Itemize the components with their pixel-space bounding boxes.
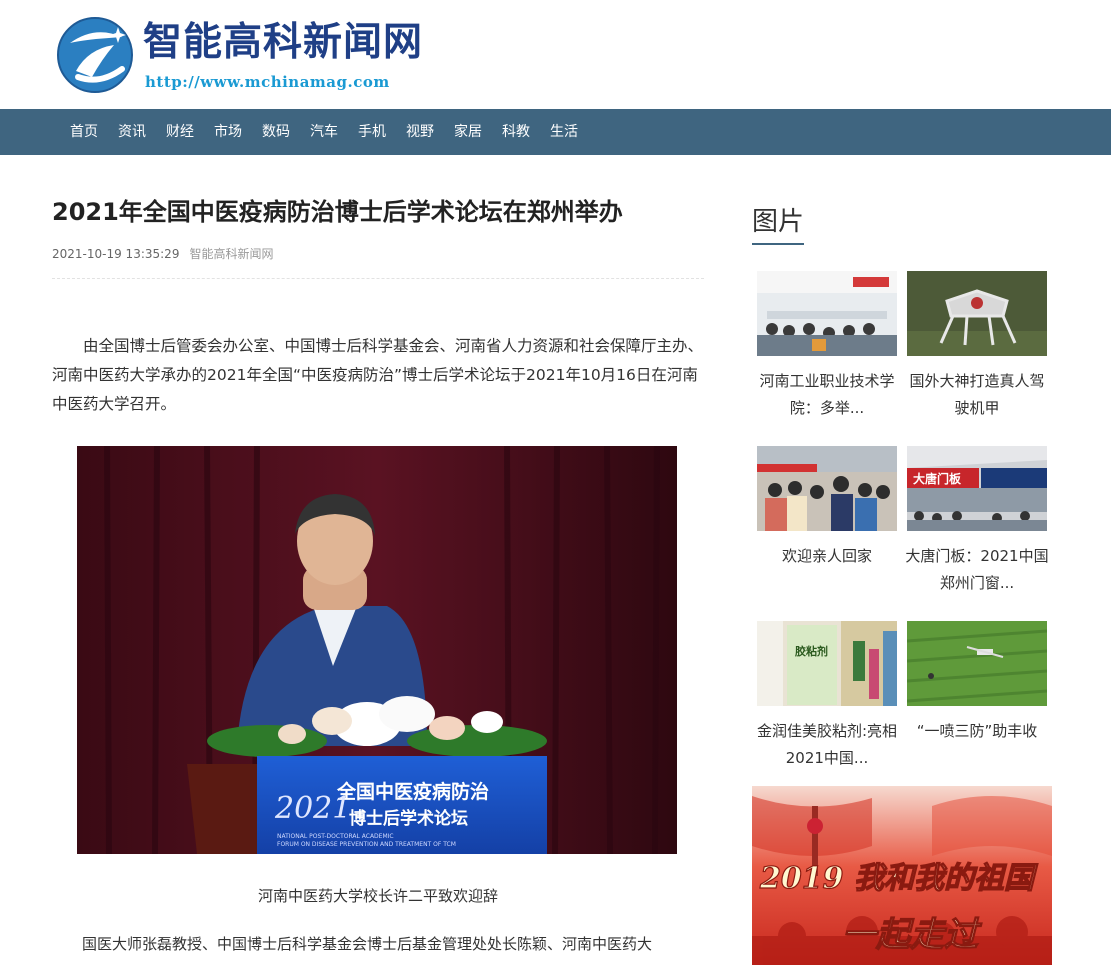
- site-header: 智能高科新闻网 http://www.mchinamag.com: [0, 0, 1111, 109]
- sidebar-item-caption[interactable]: 金润佳美胶粘剂:亮相 2021中国...: [753, 718, 901, 772]
- article-source[interactable]: 智能高科新闻网: [189, 247, 273, 261]
- sidebar-title: 图片: [752, 206, 805, 245]
- article-title: 2021年全国中医疫病防治博士后学术论坛在郑州举办: [52, 198, 623, 226]
- nav-item-digital[interactable]: 数码: [252, 109, 300, 155]
- sidebar-item-caption[interactable]: “一喷三防”助丰收: [903, 718, 1051, 745]
- article-photo: 全国中医疫病防治 博士后学术论坛 2021 NATIONAL POST-DOCT…: [77, 446, 677, 854]
- article-paragraph-2: 国医大师张磊教授、中国博士后科学基金会博士后基金管理处处长陈颖、河南中医药大: [82, 935, 653, 953]
- sidebar-item-caption[interactable]: 河南工业职业技术学 院：多举...: [753, 368, 901, 422]
- sidebar-thumb[interactable]: [757, 446, 897, 531]
- sidebar-item-2[interactable]: 国外大神打造真人驾 驶机甲: [903, 271, 1051, 422]
- sidebar-item-5[interactable]: 胶粘剂 金润佳美胶粘剂:亮相 2021中国...: [753, 621, 901, 772]
- sidebar-thumb[interactable]: [757, 271, 897, 356]
- glue-label-text: 胶粘剂: [795, 644, 828, 658]
- main-nav: 首页 资讯 财经 市场 数码 汽车 手机 视野 家居 科教 生活: [0, 109, 1111, 155]
- podium-english-line1: NATIONAL POST-DOCTORAL ACADEMIC: [277, 833, 394, 840]
- booth-sign-text: 大唐门板: [913, 471, 962, 486]
- sidebar-item-3[interactable]: 欢迎亲人回家: [753, 446, 901, 570]
- sidebar-thumb[interactable]: 大唐门板: [907, 446, 1047, 531]
- podium-year: 2021: [274, 791, 351, 826]
- nav-item-vision[interactable]: 视野: [396, 109, 444, 155]
- banner-line1: 2019 我和我的祖国: [759, 861, 1039, 896]
- article-meta: 2021-10-19 13:35:29 智能高科新闻网: [52, 245, 704, 279]
- promo-banner[interactable]: 2019 我和我的祖国 一起走过: [752, 786, 1052, 965]
- podium-title-line1: 全国中医疫病防治: [336, 780, 489, 803]
- podium-english-line2: FORUM ON DISEASE PREVENTION AND TREATMEN…: [277, 841, 456, 848]
- nav-item-education[interactable]: 科教: [492, 109, 540, 155]
- sidebar-item-6[interactable]: “一喷三防”助丰收: [903, 621, 1051, 745]
- sidebar-item-caption[interactable]: 大唐门板：2021中国 郑州门窗...: [903, 543, 1051, 597]
- sidebar-item-caption[interactable]: 国外大神打造真人驾 驶机甲: [903, 368, 1051, 422]
- article: 2021年全国中医疫病防治博士后学术论坛在郑州举办 2021-10-19 13:…: [52, 195, 704, 953]
- nav-item-finance[interactable]: 财经: [156, 109, 204, 155]
- nav-item-auto[interactable]: 汽车: [300, 109, 348, 155]
- site-name[interactable]: 智能高科新闻网: [143, 18, 423, 68]
- nav-item-phone[interactable]: 手机: [348, 109, 396, 155]
- site-url[interactable]: http://www.mchinamag.com: [145, 73, 390, 91]
- photo-caption: 河南中医药大学校长许二平致欢迎辞: [257, 887, 498, 905]
- banner-line2: 一起走过: [842, 915, 983, 955]
- sidebar-item-4[interactable]: 大唐门板 大唐门板：2021中国 郑州门窗...: [903, 446, 1051, 597]
- sidebar-item-1[interactable]: 河南工业职业技术学 院：多举...: [753, 271, 901, 422]
- nav-item-market[interactable]: 市场: [204, 109, 252, 155]
- sidebar-thumb[interactable]: 胶粘剂: [757, 621, 897, 706]
- nav-item-life[interactable]: 生活: [540, 109, 588, 155]
- article-paragraph: 由全国博士后管委会办公室、中国博士后科学基金会、河南省人力资源和社会保障厅主办、…: [52, 337, 704, 413]
- podium-title-line2: 博士后学术论坛: [349, 808, 468, 829]
- site-logo-icon[interactable]: [56, 15, 134, 93]
- sidebar-thumb[interactable]: [907, 621, 1047, 706]
- sidebar-item-caption[interactable]: 欢迎亲人回家: [753, 543, 901, 570]
- nav-item-news[interactable]: 资讯: [108, 109, 156, 155]
- nav-item-home-living[interactable]: 家居: [444, 109, 492, 155]
- article-date: 2021-10-19 13:35:29: [52, 247, 180, 261]
- nav-item-home[interactable]: 首页: [60, 109, 108, 155]
- sidebar-thumb[interactable]: [907, 271, 1047, 356]
